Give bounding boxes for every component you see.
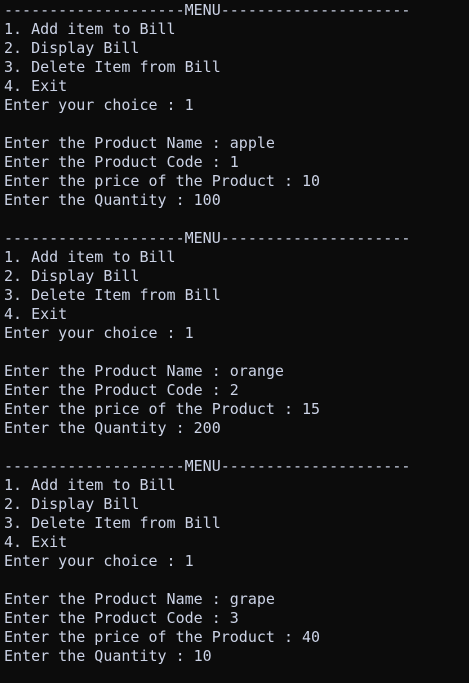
quantity-prompt: Enter the Quantity : 10 xyxy=(4,647,212,665)
product-code-prompt: Enter the Product Code : 3 xyxy=(4,609,239,627)
quantity-prompt: Enter the Quantity : 100 xyxy=(4,191,221,209)
menu-option-delete-item: 3. Delete Item from Bill xyxy=(4,514,221,532)
product-code-prompt: Enter the Product Code : 1 xyxy=(4,153,239,171)
product-price-prompt: Enter the price of the Product : 10 xyxy=(4,172,321,190)
menu-option-add-item: 1. Add item to Bill xyxy=(4,476,176,494)
menu-divider: --------------------MENU----------------… xyxy=(4,1,411,19)
choice-prompt: Enter your choice : 1 xyxy=(4,324,194,342)
menu-option-add-item: 1. Add item to Bill xyxy=(4,248,176,266)
product-price-prompt: Enter the price of the Product : 15 xyxy=(4,400,321,418)
product-price-prompt: Enter the price of the Product : 40 xyxy=(4,628,321,646)
product-code-prompt: Enter the Product Code : 2 xyxy=(4,381,239,399)
quantity-prompt: Enter the Quantity : 200 xyxy=(4,419,221,437)
menu-option-exit: 4. Exit xyxy=(4,533,68,551)
menu-divider: --------------------MENU----------------… xyxy=(4,229,411,247)
menu-option-display-bill: 2. Display Bill xyxy=(4,39,140,57)
menu-option-exit: 4. Exit xyxy=(4,77,68,95)
menu-option-delete-item: 3. Delete Item from Bill xyxy=(4,286,221,304)
menu-option-exit: 4. Exit xyxy=(4,305,68,323)
menu-option-display-bill: 2. Display Bill xyxy=(4,267,140,285)
menu-divider: --------------------MENU----------------… xyxy=(4,457,411,475)
choice-prompt: Enter your choice : 1 xyxy=(4,96,194,114)
terminal-output[interactable]: --------------------MENU----------------… xyxy=(0,0,469,683)
product-name-prompt: Enter the Product Name : grape xyxy=(4,590,275,608)
menu-option-display-bill: 2. Display Bill xyxy=(4,495,140,513)
choice-prompt: Enter your choice : 1 xyxy=(4,552,194,570)
menu-option-delete-item: 3. Delete Item from Bill xyxy=(4,58,221,76)
menu-option-add-item: 1. Add item to Bill xyxy=(4,20,176,38)
product-name-prompt: Enter the Product Name : apple xyxy=(4,134,275,152)
product-name-prompt: Enter the Product Name : orange xyxy=(4,362,284,380)
